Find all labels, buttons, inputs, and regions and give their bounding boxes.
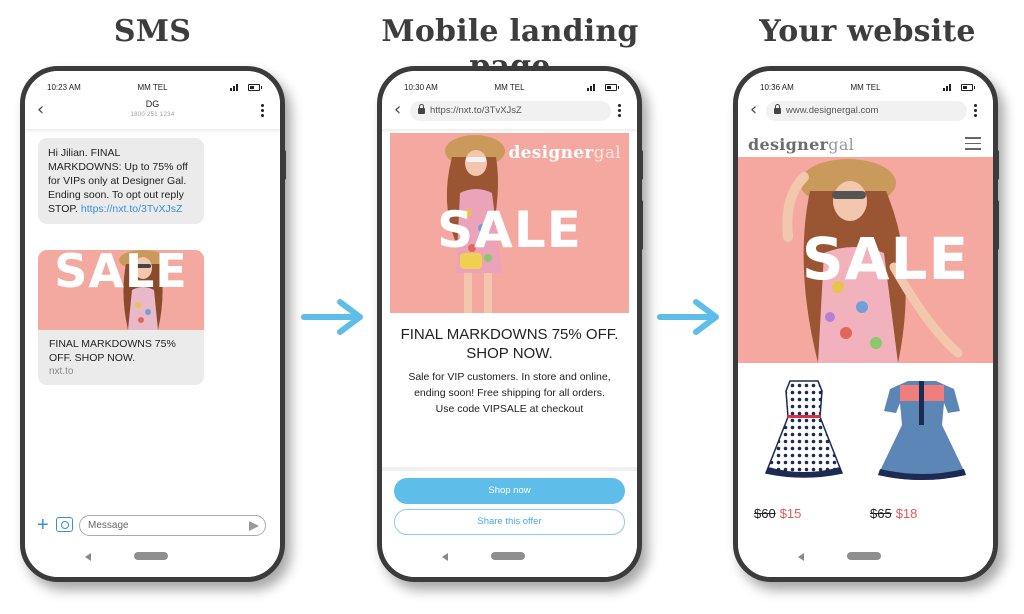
battery-icon xyxy=(605,84,619,91)
original-price: $65 xyxy=(870,506,892,521)
signal-icon xyxy=(943,84,953,91)
phone-side-button xyxy=(995,150,999,180)
denim-dress-image xyxy=(878,381,966,480)
signal-icon xyxy=(587,84,597,91)
landing-hero-banner: designergal SALE xyxy=(390,133,629,313)
status-bar: 10:36 AM MM TEL xyxy=(738,81,993,95)
body-line: Sale for VIP customers. In store and onl… xyxy=(408,371,611,383)
sale-overlay-text: SALE xyxy=(801,225,970,293)
mms-sale-image: SALE xyxy=(38,250,204,330)
browser-toolbar: ‹ www.designergal.com xyxy=(738,95,993,129)
website-phone: 10:36 AM MM TEL ‹ www.designergal.com de… xyxy=(733,66,998,582)
site-logo[interactable]: designergal xyxy=(748,135,854,154)
share-offer-button[interactable]: Share this offer xyxy=(394,509,625,535)
kebab-menu-icon[interactable] xyxy=(261,104,265,118)
product-price: $65 $18 xyxy=(870,506,917,521)
android-nav-bar xyxy=(738,551,993,563)
original-price: $60 xyxy=(754,506,776,521)
nav-home-pill[interactable] xyxy=(847,552,881,560)
camera-icon[interactable] xyxy=(56,517,73,532)
mms-card[interactable]: SALE FINAL MARKDOWNS 75% OFF. SHOP NOW. … xyxy=(38,250,204,385)
message-placeholder: Message xyxy=(88,520,129,531)
product-card[interactable]: $65 $18 xyxy=(866,371,974,521)
plus-icon[interactable]: + xyxy=(37,515,49,535)
status-carrier: MM TEL xyxy=(494,83,525,92)
sale-overlay-text: SALE xyxy=(54,250,188,298)
body-line: ending soon! Free shipping for all order… xyxy=(414,387,605,399)
kebab-menu-icon[interactable] xyxy=(974,104,978,118)
flow-arrow-icon xyxy=(657,299,719,335)
nav-back-icon[interactable] xyxy=(798,553,804,561)
chevron-left-icon[interactable]: ‹ xyxy=(394,101,401,119)
address-bar[interactable]: www.designergal.com xyxy=(766,101,967,121)
flow-arrow-icon xyxy=(301,299,363,335)
phone-side-button xyxy=(639,200,643,250)
hamburger-menu-icon[interactable] xyxy=(965,137,981,150)
signal-icon xyxy=(230,84,240,91)
brand-logo-primary: designer xyxy=(748,135,829,154)
website-screen: 10:36 AM MM TEL ‹ www.designergal.com de… xyxy=(738,71,993,577)
nav-back-icon[interactable] xyxy=(442,553,448,561)
android-nav-bar xyxy=(382,551,637,563)
website-column-title: Your website xyxy=(759,14,976,49)
product-price: $60 $15 xyxy=(754,506,801,521)
message-composer: + Message xyxy=(37,515,266,537)
nav-back-icon[interactable] xyxy=(85,553,91,561)
sale-price: $15 xyxy=(779,506,802,521)
brand-logo-suffix: gal xyxy=(593,143,621,163)
sale-overlay-text: SALE xyxy=(437,201,582,259)
nav-home-pill[interactable] xyxy=(491,552,525,560)
status-bar: 10:23 AM MM TEL xyxy=(25,81,280,95)
landing-body-text: Sale for VIP customers. In store and onl… xyxy=(390,369,629,417)
landing-screen: 10:30 AM MM TEL ‹ https://nxt.to/3TvXJsZ xyxy=(382,71,637,577)
sale-price: $18 xyxy=(895,506,918,521)
phone-side-button xyxy=(995,200,999,250)
polka-dot-dress-image xyxy=(764,380,844,478)
brand-logo-suffix: gal xyxy=(828,135,855,154)
phone-side-button xyxy=(639,150,643,180)
conversation-header: ‹ DG 1800 251 1234 xyxy=(25,95,280,129)
brand-logo: designergal xyxy=(508,143,621,163)
address-url: https://nxt.to/3TvXJsZ xyxy=(430,105,522,116)
lock-icon xyxy=(774,104,781,114)
mms-caption: FINAL MARKDOWNS 75% OFF. SHOP NOW. xyxy=(49,338,176,364)
message-link[interactable]: https://nxt.to/3TvXJsZ xyxy=(81,203,183,215)
address-url: www.designergal.com xyxy=(786,105,879,116)
address-bar[interactable]: https://nxt.to/3TvXJsZ xyxy=(410,101,611,121)
lock-icon xyxy=(418,104,425,114)
sms-column-title: SMS xyxy=(113,14,192,49)
landing-headline: FINAL MARKDOWNS 75% OFF. SHOP NOW. xyxy=(400,326,619,362)
sms-message-bubble: Hi Jilian. FINAL MARKDOWNS: Up to 75% of… xyxy=(38,138,204,224)
sms-phone: 10:23 AM MM TEL ‹ DG 1800 251 1234 Hi Ji… xyxy=(20,66,285,582)
product-card[interactable]: $60 $15 xyxy=(750,371,858,521)
nav-home-pill[interactable] xyxy=(134,552,168,560)
site-header: designergal xyxy=(738,129,993,159)
body-line: Use code VIPSALE at checkout xyxy=(435,403,584,415)
battery-icon xyxy=(248,84,262,91)
kebab-menu-icon[interactable] xyxy=(618,104,622,118)
mms-domain: nxt.to xyxy=(49,366,74,377)
phone-side-button xyxy=(282,150,286,180)
message-input[interactable]: Message xyxy=(79,515,266,536)
website-hero-banner: SALE xyxy=(738,157,993,363)
browser-toolbar: ‹ https://nxt.to/3TvXJsZ xyxy=(382,95,637,129)
brand-logo-primary: designer xyxy=(508,143,594,163)
contact-number: 1800 251 1234 xyxy=(130,112,175,118)
send-icon[interactable] xyxy=(249,521,259,531)
status-carrier: MM TEL xyxy=(850,83,881,92)
status-carrier: MM TEL xyxy=(137,83,168,92)
landing-phone: 10:30 AM MM TEL ‹ https://nxt.to/3TvXJsZ xyxy=(377,66,642,582)
android-nav-bar xyxy=(25,551,280,563)
shop-now-button[interactable]: Shop now xyxy=(394,478,625,504)
battery-icon xyxy=(961,84,975,91)
sms-screen: 10:23 AM MM TEL ‹ DG 1800 251 1234 Hi Ji… xyxy=(25,71,280,577)
contact-name: DG xyxy=(145,99,160,109)
chevron-left-icon[interactable]: ‹ xyxy=(750,101,757,119)
status-bar: 10:30 AM MM TEL xyxy=(382,81,637,95)
